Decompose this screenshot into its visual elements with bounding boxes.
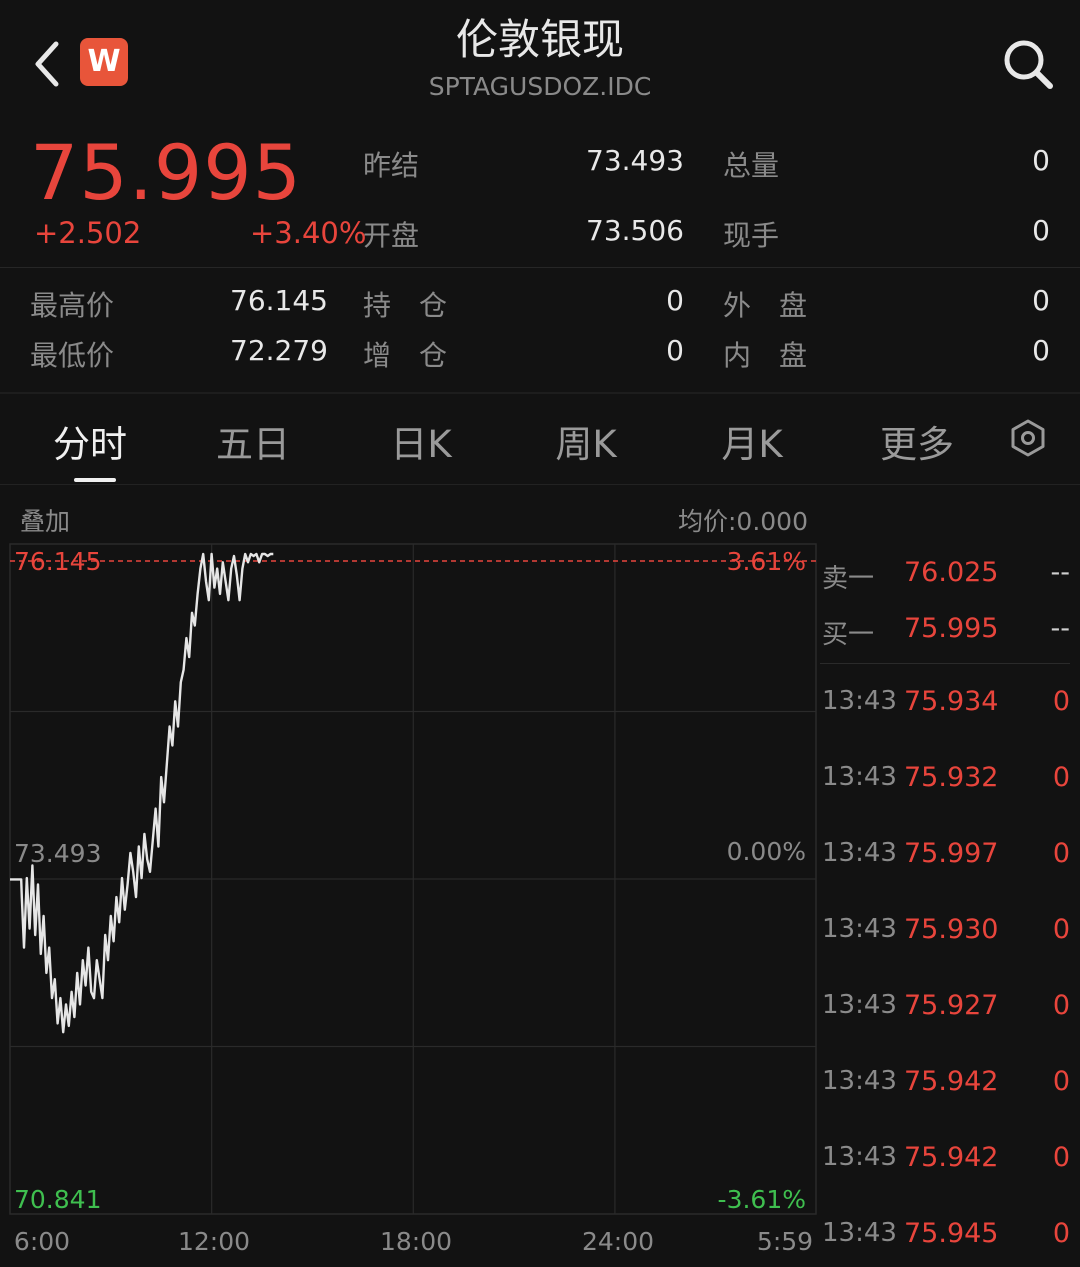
ask-price: 76.025 [904,557,999,588]
low-label: 最低价 [30,339,115,372]
bid-price: 75.995 [904,613,999,644]
trade-time: 13:43 [822,1142,897,1172]
x-tick-label: 18:00 [380,1227,452,1256]
trade-volume: 0 [1052,914,1070,945]
outer-volume-label: 外 盘 [723,289,808,322]
trade-price: 75.942 [904,1066,999,1097]
y-axis-top-label: 76.145 [14,547,101,576]
trade-time: 13:43 [822,762,897,792]
inner-volume-label: 内 盘 [723,339,808,372]
trade-volume: 0 [1052,838,1070,869]
tab-more[interactable]: 更多 [847,414,987,468]
tab-active-indicator [74,478,116,482]
chart-settings-button[interactable] [1008,418,1048,458]
price-line [10,552,274,1034]
settings-icon [1011,419,1045,457]
trade-volume: 0 [1052,1066,1070,1097]
trade-price: 75.932 [904,762,999,793]
divider [0,484,1080,485]
low-value: 72.279 [230,334,328,367]
trade-time: 13:43 [822,1066,897,1096]
divider [0,392,1080,394]
x-tick-label: 6:00 [14,1227,70,1256]
tab-intraday[interactable]: 分时 [20,414,160,468]
divider [0,267,1080,268]
trade-volume: 0 [1052,990,1070,1021]
intraday-chart[interactable]: 76.145 73.493 70.841 3.61% 0.00% -3.61% … [0,500,820,1267]
pct-axis-mid-label: 0.00% [727,837,806,866]
bid-label: 买一 [822,620,875,650]
open-label: 开盘 [363,219,420,252]
current-hand-label: 现手 [723,219,780,252]
trade-time: 13:43 [822,914,897,944]
tab-five-day[interactable]: 五日 [183,414,323,468]
open-value: 73.506 [586,214,684,247]
trade-volume: 0 [1052,686,1070,717]
page-title: 伦敦银现 [455,15,624,64]
price-change-percent: +3.40% [250,216,367,250]
outer-volume-value: 0 [1032,284,1050,317]
ask-volume: -- [1050,557,1071,588]
last-price: 75.995 [30,128,302,217]
x-tick-label: 12:00 [178,1227,250,1256]
pct-axis-top-label: 3.61% [727,547,806,576]
open-interest-label: 持 仓 [363,289,448,322]
y-axis-bottom-label: 70.841 [14,1185,101,1214]
tab-monthly-k[interactable]: 月K [682,414,822,468]
price-change: +2.502 [34,216,142,250]
x-tick-label: 5:59 [757,1227,813,1256]
x-tick-label: 24:00 [582,1227,654,1256]
trade-price: 75.997 [904,838,999,869]
trade-time: 13:43 [822,990,897,1020]
trade-price: 75.930 [904,914,999,945]
x-axis-ticks: 6:00 12:00 18:00 24:00 5:59 [14,1227,813,1256]
search-icon [1004,40,1053,89]
trade-time: 13:43 [822,686,897,716]
oi-change-label: 增 仓 [363,339,448,372]
tab-weekly-k[interactable]: 周K [516,414,656,468]
pct-axis-bottom-label: -3.61% [718,1185,806,1214]
prev-settle-value: 73.493 [586,144,684,177]
current-hand-value: 0 [1032,214,1050,247]
oi-change-value: 0 [666,334,684,367]
search-button[interactable] [1000,36,1056,92]
ask-label: 卖一 [822,564,875,594]
open-interest-value: 0 [666,284,684,317]
total-volume-value: 0 [1032,144,1050,177]
total-volume-label: 总量 [723,149,780,182]
chart-grid [9,543,817,1215]
trade-price: 75.934 [904,686,999,717]
trade-volume: 0 [1052,1142,1070,1173]
instrument-code: SPTAGUSDOZ.IDC [428,72,652,101]
trade-time: 13:43 [822,1218,897,1248]
trade-price: 75.942 [904,1142,999,1173]
high-value: 76.145 [230,284,328,317]
trade-price: 75.927 [904,990,999,1021]
high-label: 最高价 [30,289,115,322]
inner-volume-value: 0 [1032,334,1050,367]
trade-volume: 0 [1052,1218,1070,1249]
prev-settle-label: 昨结 [363,149,420,182]
trade-price: 75.945 [904,1218,999,1249]
y-axis-mid-label: 73.493 [14,839,101,868]
trade-volume: 0 [1052,762,1070,793]
trade-time: 13:43 [822,838,897,868]
bid-volume: -- [1050,613,1071,644]
divider [820,663,1070,664]
tab-daily-k[interactable]: 日K [351,414,491,468]
